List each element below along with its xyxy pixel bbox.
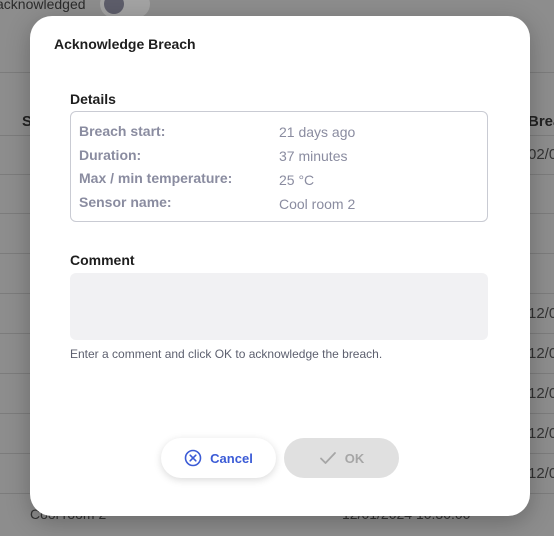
max-min-temperature-value: 25 °C [279,172,315,188]
sensor-name-value: Cool room 2 [279,196,356,212]
checkmark-icon [319,451,337,465]
background-toolbar: acknowledged [0,0,554,18]
table-cell: 12/0 [528,385,554,402]
dialog-title: Acknowledge Breach [54,36,196,52]
acknowledged-toggle-label: acknowledged [0,0,86,12]
comment-input[interactable] [70,273,488,340]
sensor-name-label: Sensor name: [79,194,172,210]
cancel-button[interactable]: Cancel [161,438,276,478]
ok-button-label: OK [344,450,365,466]
toggle-knob [104,0,124,14]
table-cell: 12/0 [528,345,554,362]
table-cell: 02/0 [528,146,554,163]
comment-heading: Comment [70,252,135,268]
cancel-button-label: Cancel [210,450,253,466]
table-cell: 12/0 [528,305,554,322]
table-cell: 12/0 [528,465,554,482]
max-min-temperature-label: Max / min temperature: [79,170,233,186]
details-heading: Details [70,91,116,107]
duration-value: 37 minutes [279,148,348,164]
comment-help-text: Enter a comment and click OK to acknowle… [70,347,383,361]
details-panel: Breach start: 21 days ago Duration: 37 m… [70,111,488,222]
ok-button[interactable]: OK [284,438,399,478]
acknowledge-breach-dialog: Acknowledge Breach Details Breach start:… [30,16,530,516]
cancel-circle-x-icon [184,449,202,467]
duration-label: Duration: [79,147,142,163]
breach-start-value: 21 days ago [279,124,356,140]
table-header-breach: Breac [528,113,554,130]
breach-start-label: Breach start: [79,123,166,139]
table-cell: 12/0 [528,425,554,442]
